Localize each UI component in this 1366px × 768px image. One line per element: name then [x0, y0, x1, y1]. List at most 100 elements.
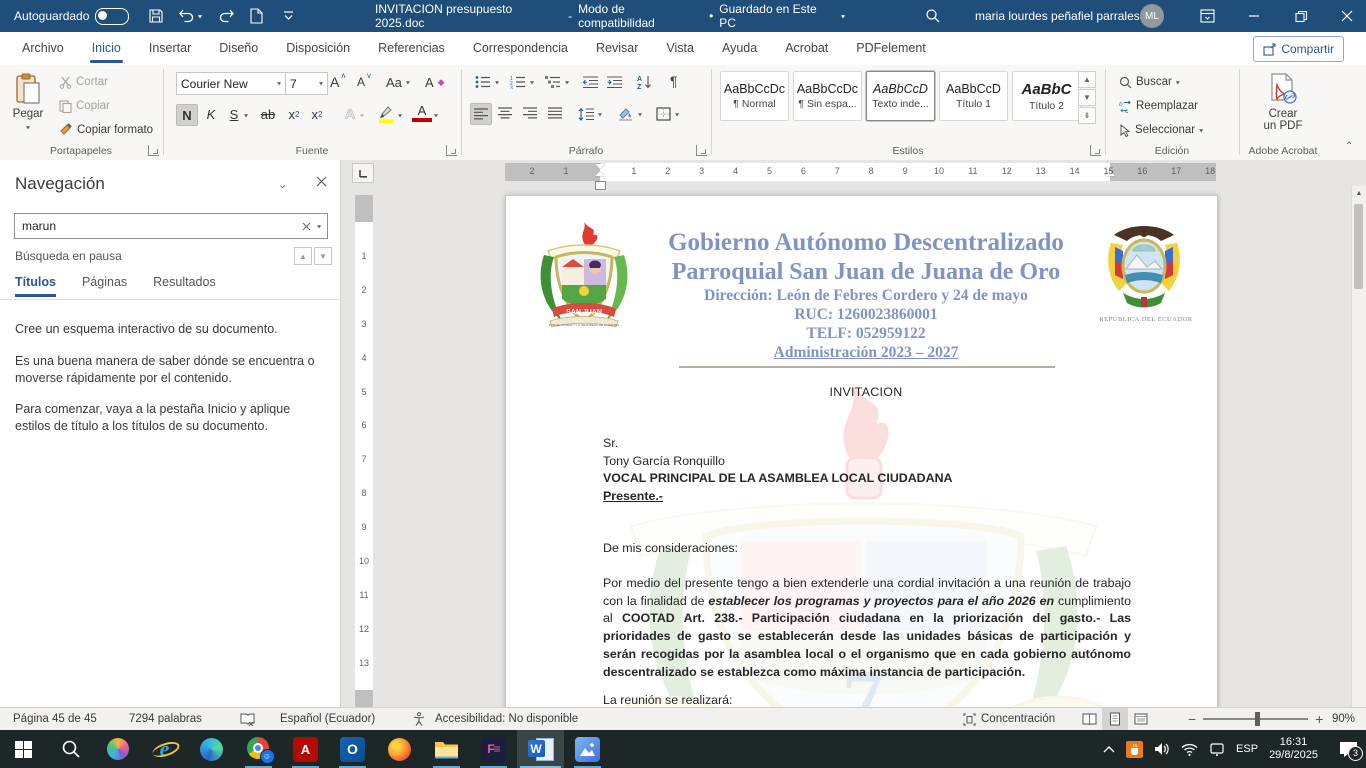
next-result-button[interactable]: ▼: [314, 247, 332, 265]
tab-referencias[interactable]: Referencias: [364, 33, 459, 64]
file-explorer-icon[interactable]: [423, 730, 470, 768]
tab-ayuda[interactable]: Ayuda: [708, 33, 771, 64]
align-right-button[interactable]: [520, 103, 540, 123]
style-titulo-1[interactable]: AaBbCcD Título 1: [939, 71, 1008, 121]
italic-button[interactable]: K: [201, 104, 221, 124]
collapse-ribbon-button[interactable]: ⌃: [1345, 141, 1353, 152]
taskbar-search-button[interactable]: [47, 730, 94, 768]
font-dialog-launcher[interactable]: [446, 145, 457, 156]
word-icon[interactable]: W: [517, 730, 564, 768]
font-size-select[interactable]: 7▾: [285, 72, 328, 95]
multilevel-list-button[interactable]: ▾: [542, 71, 572, 93]
tab-acrobat[interactable]: Acrobat: [771, 33, 842, 64]
clock[interactable]: 16:31 29/8/2025: [1269, 736, 1318, 762]
language-indicator[interactable]: Español (Ecuador): [280, 708, 375, 730]
acrobat-icon[interactable]: A: [282, 730, 329, 768]
quick-action-doc-button[interactable]: [250, 0, 263, 32]
highlight-chevron[interactable]: ▾: [398, 112, 402, 119]
proofing-status[interactable]: [240, 708, 255, 730]
close-button[interactable]: [1330, 0, 1364, 32]
styles-scroll-up[interactable]: ▲: [1078, 71, 1096, 88]
document-page[interactable]: 7 SAN JUAN: [505, 195, 1218, 707]
bold-button[interactable]: N: [176, 104, 198, 126]
first-line-indent-marker[interactable]: [595, 164, 605, 169]
outlook-icon[interactable]: O: [329, 730, 376, 768]
superscript-button[interactable]: x2: [307, 104, 327, 124]
tab-stop-selector[interactable]: [352, 163, 374, 183]
copy-button[interactable]: Copiar: [56, 95, 113, 117]
style-sin-espaciado[interactable]: AaBbCcDc ¶ Sin espa...: [793, 71, 862, 121]
redo-button[interactable]: [218, 0, 235, 32]
style-texto-independiente[interactable]: AaBbCcD Texto inde...: [866, 71, 935, 121]
save-button[interactable]: [148, 0, 164, 32]
account-name[interactable]: maria lourdes peñafiel parrales: [975, 0, 1140, 32]
notification-center-button[interactable]: 3: [1339, 741, 1358, 758]
navigation-close-button[interactable]: [316, 176, 327, 187]
style-titulo-2[interactable]: AaBbC Título 2: [1012, 71, 1081, 121]
scrollbar-up-arrow[interactable]: ▲: [1352, 186, 1366, 201]
saved-location[interactable]: Guardado en Este PC: [719, 2, 835, 30]
highlight-button[interactable]: [376, 104, 396, 124]
tab-diseno[interactable]: Diseño: [205, 33, 272, 64]
accessibility-icon-wrap[interactable]: [412, 708, 426, 730]
zoom-slider[interactable]: [1203, 718, 1308, 720]
customize-qat-button[interactable]: [283, 0, 294, 32]
hanging-indent-marker[interactable]: [595, 171, 605, 176]
search-options-chevron[interactable]: ▾: [317, 222, 327, 229]
print-layout-button[interactable]: [1102, 708, 1128, 730]
styles-more-button[interactable]: ⇟: [1078, 107, 1096, 124]
search-button[interactable]: [925, 0, 941, 32]
nav-tab-titulos[interactable]: Títulos: [15, 275, 56, 297]
styles-scroll-down[interactable]: ▼: [1078, 89, 1096, 106]
tab-insertar[interactable]: Insertar: [135, 33, 205, 64]
share-button[interactable]: Compartir: [1253, 36, 1344, 62]
focus-button[interactable]: Concentración: [963, 708, 1055, 730]
edge-icon[interactable]: [188, 730, 235, 768]
nav-tab-resultados[interactable]: Resultados: [153, 275, 216, 297]
word-count[interactable]: 7294 palabras: [129, 708, 202, 730]
shading-button[interactable]: ▾: [614, 103, 645, 125]
internet-explorer-icon[interactable]: e: [141, 730, 188, 768]
justify-button[interactable]: [545, 103, 565, 123]
search-clear-button[interactable]: [296, 222, 317, 231]
clear-format-button[interactable]: A◆: [422, 71, 448, 93]
restore-button[interactable]: [1284, 0, 1318, 32]
minimize-button[interactable]: [1237, 0, 1271, 32]
language-tray-indicator[interactable]: ESP: [1236, 743, 1258, 755]
increase-indent-button[interactable]: [604, 71, 625, 93]
replace-button[interactable]: bc Reemplazar: [1116, 95, 1201, 117]
v-ruler[interactable]: 12345678910111213: [355, 195, 373, 707]
vertical-scrollbar[interactable]: ▲: [1351, 186, 1366, 707]
align-left-button[interactable]: [470, 103, 492, 125]
sort-button[interactable]: AZ: [634, 71, 656, 93]
shrink-font-button[interactable]: Av: [354, 71, 374, 93]
paragraph-dialog-launcher[interactable]: [696, 145, 707, 156]
select-button[interactable]: Seleccionar▾: [1116, 119, 1206, 141]
java-tray-icon[interactable]: [1126, 741, 1143, 758]
grow-font-button[interactable]: Aᴧ: [327, 71, 348, 93]
line-spacing-button[interactable]: ▾: [575, 103, 605, 125]
scrollbar-thumb[interactable]: [1354, 204, 1363, 289]
left-indent-box-marker[interactable]: [595, 181, 606, 190]
numbering-button[interactable]: 123▾: [507, 71, 537, 93]
volume-tray-icon[interactable]: [1154, 742, 1170, 756]
ribbon-display-options-button[interactable]: [1190, 0, 1224, 32]
tab-disposicion[interactable]: Disposición: [272, 33, 364, 64]
tab-correspondencia[interactable]: Correspondencia: [459, 33, 582, 64]
cut-button[interactable]: Cortar: [56, 71, 111, 93]
subscript-button[interactable]: x2: [284, 104, 304, 124]
style-normal[interactable]: AaBbCcDc ¶ Normal: [720, 71, 789, 121]
decrease-indent-button[interactable]: [580, 71, 601, 93]
account-avatar[interactable]: ML: [1140, 0, 1164, 32]
align-center-button[interactable]: [495, 103, 515, 123]
text-effects-button[interactable]: A: [340, 104, 360, 124]
previous-result-button[interactable]: ▲: [294, 247, 312, 265]
network-tray-icon[interactable]: [1181, 743, 1198, 756]
change-case-button[interactable]: Aa▾: [383, 71, 413, 93]
clipboard-dialog-launcher[interactable]: [148, 145, 159, 156]
autosave-toggle[interactable]: [95, 0, 129, 32]
tab-revisar[interactable]: Revisar: [582, 33, 652, 64]
find-button[interactable]: Buscar▾: [1116, 71, 1183, 93]
page-indicator[interactable]: Página 45 de 45: [13, 708, 97, 730]
format-painter-button[interactable]: Copiar formato: [56, 119, 156, 141]
